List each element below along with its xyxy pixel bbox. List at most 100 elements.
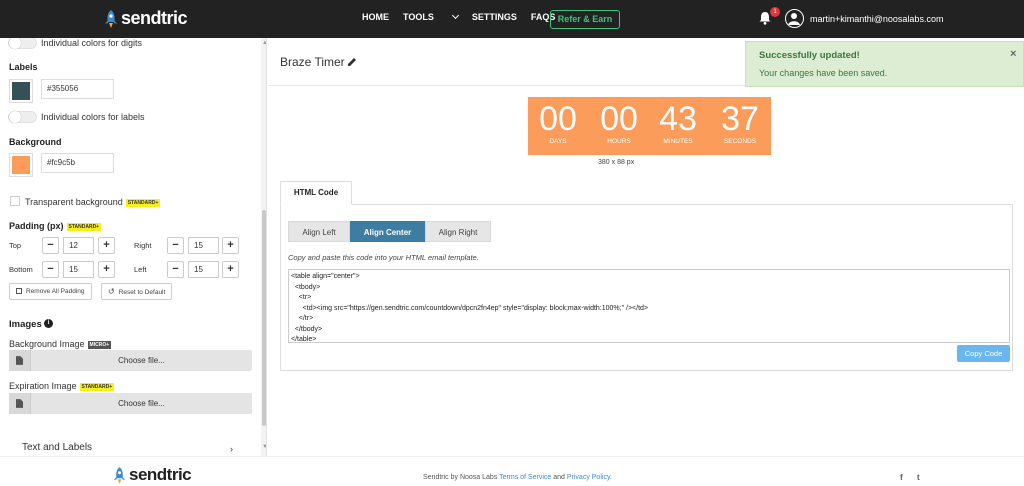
transparent-label: Transparent background STANDARD+ — [25, 197, 161, 207]
notification-badge: 1 — [770, 7, 780, 17]
background-color-swatch[interactable] — [9, 153, 33, 177]
padding-top-input[interactable]: 12 — [63, 237, 94, 254]
undo-icon: ↺ — [108, 287, 115, 296]
timer-hours-label: HOURS — [607, 138, 631, 145]
info-icon[interactable]: i — [44, 319, 53, 328]
background-color-input[interactable]: #fc9c5b — [41, 153, 114, 173]
choose-file-label: Choose file... — [118, 356, 165, 365]
facebook-icon[interactable]: f — [900, 473, 903, 482]
main-content: Braze Timer 00 00 43 37 DAYS HOURS MINUT… — [268, 38, 1024, 456]
footer-logo[interactable]: sendtric — [113, 465, 192, 485]
align-center-button[interactable]: Align Center — [350, 221, 425, 242]
bg-image-label-text: Background Image — [9, 339, 85, 349]
footer-and-text: and — [553, 474, 565, 481]
close-icon[interactable]: × — [1010, 48, 1016, 60]
nav-tools[interactable]: TOOLS — [403, 11, 459, 22]
label-colors-label: Individual colors for labels — [41, 112, 145, 122]
text-labels-section-header[interactable]: Text and Labels — [22, 442, 92, 453]
padding-top-decrement-button[interactable]: − — [42, 237, 59, 254]
footer: sendtric Sendtric by Noosa Labs Terms of… — [0, 456, 1024, 486]
remove-padding-label: Remove All Padding — [26, 288, 85, 295]
timer-dimensions: 380 x 88 px — [598, 159, 635, 166]
timer-seconds-value: 37 — [721, 100, 759, 138]
code-hint: Copy and paste this code into your HTML … — [288, 253, 479, 262]
scroll-down-icon[interactable]: ▼ — [262, 444, 266, 450]
brand-name: sendtric — [121, 8, 188, 28]
timer-seconds-label: SECONDS — [723, 138, 757, 145]
sidebar-scrollbar[interactable] — [261, 38, 266, 456]
bg-image-label: Background Image MICRO+ — [9, 339, 112, 349]
labels-color-input[interactable]: #355056 — [41, 79, 114, 99]
expiration-image-label-text: Expiration Image — [9, 381, 77, 391]
success-toast: Successfully updated! Your changes have … — [745, 41, 1024, 87]
padding-title-text: Padding (px) — [9, 221, 64, 231]
user-avatar-icon[interactable] — [785, 9, 804, 28]
file-icon — [16, 399, 23, 408]
nav-tools-label: TOOLS — [403, 12, 434, 22]
padding-right-increment-button[interactable]: + — [222, 237, 239, 254]
chevron-right-icon: › — [230, 444, 233, 454]
nav-home[interactable]: HOME — [362, 12, 389, 22]
user-email[interactable]: martin+kimanthi@noosalabs.com — [810, 14, 943, 24]
nav-settings[interactable]: SETTINGS — [472, 12, 517, 22]
expiration-image-label: Expiration Image STANDARD+ — [9, 381, 115, 391]
terms-link[interactable]: Terms of Service — [499, 474, 551, 481]
padding-bottom-decrement-button[interactable]: − — [42, 261, 59, 278]
label-colors-toggle[interactable] — [8, 111, 37, 123]
padding-right-input[interactable]: 15 — [188, 237, 219, 254]
reset-default-button[interactable]: ↺ Reset to Default — [101, 283, 173, 300]
refer-earn-button[interactable]: Refer & Earn — [550, 10, 620, 29]
standard-badge: STANDARD+ — [66, 222, 102, 231]
background-section-title: Background — [9, 137, 62, 147]
expiration-image-file-input[interactable]: Choose file... — [9, 393, 252, 414]
padding-left-label: Left — [134, 265, 147, 274]
pencil-icon[interactable] — [347, 57, 357, 67]
tab-html-code[interactable]: HTML Code — [280, 181, 352, 205]
privacy-link[interactable]: Privacy Policy — [567, 474, 610, 481]
rocket-icon — [105, 9, 117, 28]
timer-hours-value: 00 — [600, 100, 638, 138]
padding-bottom-input[interactable]: 15 — [63, 261, 94, 278]
twitter-icon[interactable]: t — [917, 473, 920, 482]
remove-padding-button[interactable]: Remove All Padding — [9, 283, 92, 300]
footer-period: . — [609, 474, 612, 481]
scrollbar-thumb[interactable] — [262, 210, 266, 426]
timer-days-value: 00 — [539, 100, 577, 138]
labels-color-swatch[interactable] — [9, 79, 33, 103]
micro-badge: MICRO+ — [87, 340, 112, 349]
scroll-up-icon[interactable]: ▲ — [262, 40, 266, 46]
padding-top-increment-button[interactable]: + — [98, 237, 115, 254]
footer-by-text: Sendtric by Noosa Labs — [423, 474, 498, 481]
padding-bottom-label: Bottom — [9, 265, 33, 274]
reset-default-label: Reset to Default — [118, 289, 166, 296]
countdown-timer-preview: 00 00 43 37 DAYS HOURS MINUTES SECONDS — [528, 97, 771, 155]
standard-badge: STANDARD+ — [125, 198, 161, 207]
padding-right-decrement-button[interactable]: − — [167, 237, 184, 254]
padding-right-label: Right — [134, 241, 152, 250]
digit-colors-toggle[interactable] — [8, 38, 37, 49]
brand-logo[interactable]: sendtric — [104, 8, 188, 29]
padding-bottom-increment-button[interactable]: + — [98, 261, 115, 278]
page-title[interactable]: Braze Timer — [280, 55, 345, 69]
html-code-textarea[interactable]: <table align="center"> <tbody> <tr> <td>… — [288, 269, 1010, 343]
copy-code-button[interactable]: Copy Code — [957, 345, 1010, 362]
settings-sidebar: Individual colors for digits Labels #355… — [0, 38, 267, 456]
images-section-title: Images — [9, 319, 42, 330]
toast-message: Your changes have been saved. — [759, 68, 888, 78]
padding-left-increment-button[interactable]: + — [222, 261, 239, 278]
padding-left-input[interactable]: 15 — [188, 261, 219, 278]
padding-top-label: Top — [9, 241, 22, 250]
digit-colors-label: Individual colors for digits — [41, 38, 143, 48]
align-left-button[interactable]: Align Left — [288, 221, 350, 242]
timer-days-label: DAYS — [549, 138, 567, 145]
chevron-down-icon — [451, 11, 459, 20]
padding-left-decrement-button[interactable]: − — [167, 261, 184, 278]
footer-brand-name: sendtric — [129, 465, 192, 484]
align-right-button[interactable]: Align Right — [425, 221, 491, 242]
bg-image-file-input[interactable]: Choose file... — [9, 350, 252, 371]
transparent-checkbox[interactable] — [10, 196, 20, 206]
rocket-icon — [113, 466, 126, 484]
file-icon — [16, 356, 23, 365]
standard-badge: STANDARD+ — [79, 382, 115, 391]
footer-text: Sendtric by Noosa Labs Terms of Service … — [423, 474, 612, 481]
